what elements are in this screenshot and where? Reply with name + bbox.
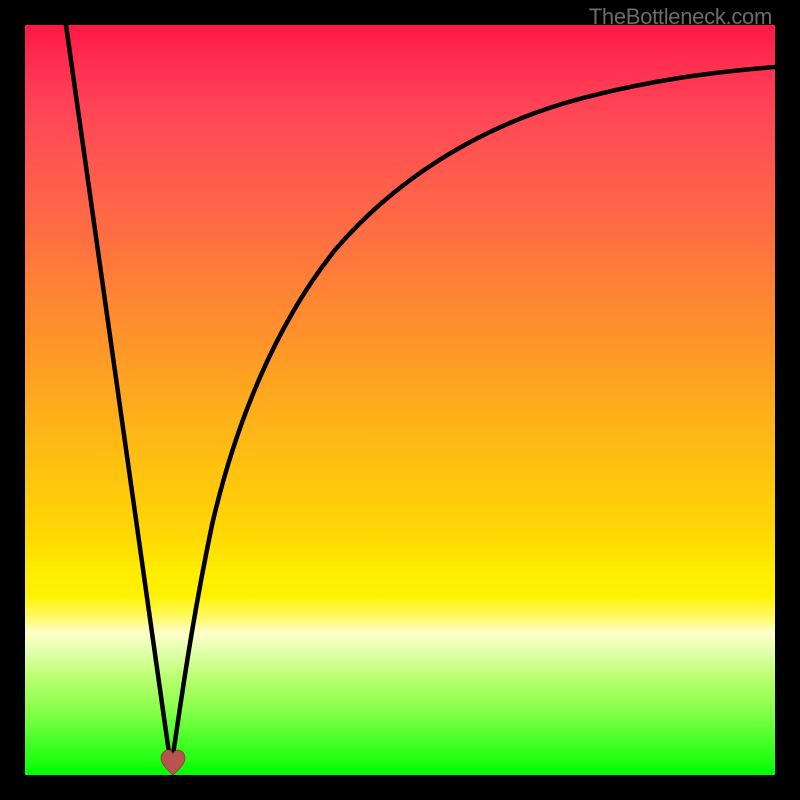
optimal-point-marker <box>155 745 191 781</box>
watermark: TheBottleneck.com <box>589 4 772 30</box>
curve-left-branch <box>66 25 171 767</box>
chart-curve-overlay <box>25 25 775 775</box>
curve-right-branch <box>171 67 775 767</box>
chart-gradient-area <box>25 25 775 775</box>
heart-icon <box>155 745 191 781</box>
